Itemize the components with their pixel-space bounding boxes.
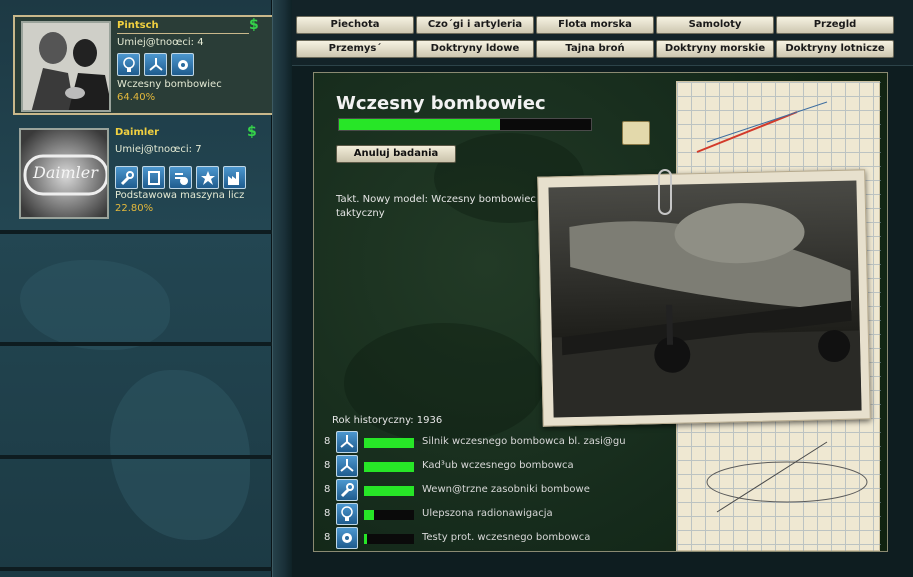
lightbulb-icon: [336, 503, 358, 525]
component-progress-bar: [364, 510, 414, 520]
historical-year: Rok historyczny: 1936: [332, 415, 443, 426]
dollar-icon: $: [247, 124, 257, 140]
tab-przemysl[interactable]: Przemys´: [296, 40, 414, 58]
company-photo: [21, 21, 111, 112]
panel-separator: [272, 0, 292, 577]
tab-flota[interactable]: Flota morska: [536, 16, 654, 34]
component-name: Ulepszona radionawigacja: [422, 508, 553, 519]
component-name: Silnik wczesnego bombowca bl. zasi@gu: [422, 436, 626, 447]
divider: [0, 230, 272, 234]
cancel-research-button[interactable]: Anuluj badania: [336, 145, 456, 163]
company-progress: 22.80%: [115, 203, 154, 214]
wrench-icon: [115, 166, 138, 189]
company-name: Pintsch: [117, 20, 159, 31]
research-detail-panel: Wczesny bombowiec Anuluj badania Takt. N…: [313, 72, 888, 552]
progress-fill: [364, 510, 374, 520]
company-card-daimler[interactable]: Daimler Daimler $ Umiej@tnoœci: 7 Podsta…: [13, 124, 275, 224]
component-level: 8: [324, 436, 331, 447]
project-title: Wczesny bombowiec: [336, 93, 546, 114]
lightbulb-icon: [117, 53, 140, 76]
divider: [0, 342, 272, 346]
component-level: 8: [324, 532, 331, 543]
company-skill: Umiej@tnoœci: 4: [117, 37, 204, 48]
company-project: Podstawowa maszyna licz: [115, 190, 245, 201]
folder-icon[interactable]: [622, 121, 650, 145]
propeller-icon: [336, 455, 358, 477]
category-tabs: Piechota Czo´gi i artyleria Flota morska…: [292, 0, 913, 66]
paperclip-icon: [658, 169, 672, 215]
divider: [0, 455, 272, 459]
company-card-pintsch[interactable]: Pintsch $ Umiej@tnoœci: 4 Wczesny bombow…: [13, 15, 275, 115]
company-progress: 64.40%: [117, 92, 156, 103]
company-photo: Daimler: [19, 128, 109, 219]
bomber-photo: [537, 169, 871, 427]
research-view: Piechota Czo´gi i artyleria Flota morska…: [292, 0, 913, 577]
component-name: Testy prot. wczesnego bombowca: [422, 532, 591, 543]
daimler-logo-text: Daimler: [33, 163, 98, 182]
progress-fill: [364, 462, 414, 472]
project-progress-bar: [338, 118, 592, 131]
component-row: 8 Silnik wczesnego bombowca bl. zasi@gu: [324, 431, 626, 453]
tab-doktryny-ladowe[interactable]: Doktryny ldowe: [416, 40, 534, 58]
company-list: Pintsch $ Umiej@tnoœci: 4 Wczesny bombow…: [0, 0, 275, 577]
progress-fill: [339, 119, 501, 130]
company-skill: Umiej@tnoœci: 7: [115, 144, 202, 155]
progress-fill: [364, 534, 367, 544]
gear-list-icon: [169, 166, 192, 189]
star-icon: [196, 166, 219, 189]
progress-fill: [364, 438, 414, 448]
propeller-icon: [144, 53, 167, 76]
component-row: 8 Kad³ub wczesnego bombowca: [324, 455, 624, 477]
tab-piechota[interactable]: Piechota: [296, 16, 414, 34]
component-progress-bar: [364, 486, 414, 496]
gear-icon: [171, 53, 194, 76]
tab-samoloty[interactable]: Samoloty: [656, 16, 774, 34]
component-progress-bar: [364, 438, 414, 448]
gear-icon: [336, 527, 358, 549]
map-decoration: [20, 260, 170, 350]
component-level: 8: [324, 508, 331, 519]
factory-icon: [223, 166, 246, 189]
tab-doktryny-lotnicze[interactable]: Doktryny lotnicze: [776, 40, 894, 58]
wrench-icon: [336, 479, 358, 501]
company-project: Wczesny bombowiec: [117, 79, 222, 90]
component-progress-bar: [364, 462, 414, 472]
progress-fill: [364, 486, 414, 496]
divider: [0, 567, 272, 571]
component-level: 8: [324, 460, 331, 471]
project-description: Takt. Nowy model: Wczesny bombowiec takt…: [336, 194, 536, 219]
company-name: Daimler: [115, 127, 160, 138]
component-row: 8 Testy prot. wczesnego bombowca: [324, 527, 624, 549]
tab-przeglad[interactable]: Przegld: [776, 16, 894, 34]
tab-doktryny-morskie[interactable]: Doktryny morskie: [656, 40, 774, 58]
component-row: 8 Wewn@trzne zasobniki bombowe: [324, 479, 624, 501]
tab-tajna-bron[interactable]: Tajna broń: [536, 40, 654, 58]
dollar-icon: $: [249, 17, 259, 33]
tab-czolgi[interactable]: Czo´gi i artyleria: [416, 16, 534, 34]
component-progress-bar: [364, 534, 414, 544]
component-row: 8 Ulepszona radionawigacja: [324, 503, 624, 525]
divider: [117, 33, 249, 34]
component-level: 8: [324, 484, 331, 495]
component-name: Wewn@trzne zasobniki bombowe: [422, 484, 590, 495]
propeller-icon: [336, 431, 358, 453]
book-icon: [142, 166, 165, 189]
component-name: Kad³ub wczesnego bombowca: [422, 460, 574, 471]
